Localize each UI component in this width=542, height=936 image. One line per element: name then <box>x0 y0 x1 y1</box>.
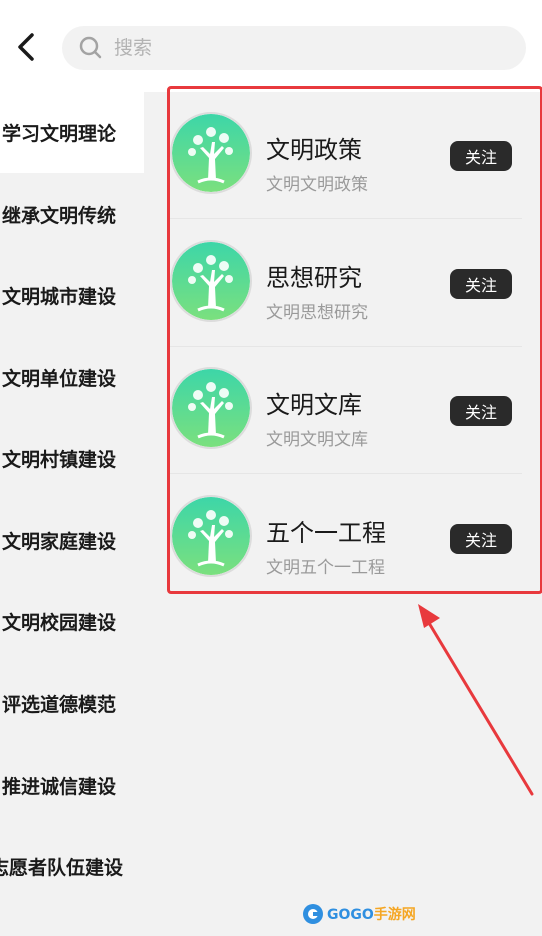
sidebar-item-city[interactable]: 文明城市建设 <box>0 255 144 336</box>
sidebar-item-integrity[interactable]: 推进诚信建设 <box>0 745 144 826</box>
sidebar-item-label: 推进诚信建设 <box>2 776 117 798</box>
channel-title: 五个一工程 <box>266 519 386 547</box>
sidebar-item-label: 文明家庭建设 <box>2 531 117 553</box>
tree-logo-icon <box>172 497 250 575</box>
sidebar-item-family[interactable]: 文明家庭建设 <box>0 500 144 581</box>
follow-button[interactable]: 关注 <box>450 524 512 554</box>
watermark-text-b: 手游网 <box>373 907 416 923</box>
row-divider <box>168 218 522 219</box>
sidebar-item-label: 文明单位建设 <box>2 368 117 390</box>
channel-avatar <box>170 367 252 449</box>
search-bar[interactable] <box>62 26 526 70</box>
sidebar-item-label: 文明校园建设 <box>2 612 117 634</box>
sidebar-item-village[interactable]: 文明村镇建设 <box>0 418 144 499</box>
gogo-logo-icon <box>303 904 323 924</box>
channel-subtitle: 文明思想研究 <box>266 303 368 323</box>
search-input[interactable] <box>114 37 494 59</box>
sidebar-item-moral-model[interactable]: 评选道德模范 <box>0 663 144 744</box>
category-sidebar: 学习文明理论 继承文明传统 文明城市建设 文明单位建设 文明村镇建设 文明家庭建… <box>0 92 144 936</box>
tree-logo-icon <box>172 114 250 192</box>
row-divider <box>168 473 522 474</box>
list-item[interactable]: 文明文库 文明文明文库 关注 <box>168 347 522 474</box>
channel-title: 思想研究 <box>266 264 362 292</box>
channel-title: 文明文库 <box>266 391 362 419</box>
follow-button[interactable]: 关注 <box>450 396 512 426</box>
sidebar-item-label: 文明村镇建设 <box>2 449 117 471</box>
watermark-text-a: GOGO <box>327 907 374 923</box>
sidebar-item-label: 继承文明传统 <box>2 205 117 227</box>
sidebar-item-inherit-tradition[interactable]: 继承文明传统 <box>0 174 144 255</box>
list-item[interactable]: 五个一工程 文明五个一工程 关注 <box>168 475 522 602</box>
sidebar-item-volunteer[interactable]: 志愿者队伍建设 <box>0 826 144 907</box>
channel-title: 文明政策 <box>266 136 362 164</box>
list-item[interactable]: 文明政策 文明文明政策 关注 <box>168 92 522 219</box>
sidebar-item-label: 学习文明理论 <box>2 123 117 145</box>
sidebar-item-campus[interactable]: 文明校园建设 <box>0 581 144 662</box>
watermark-text: GOGO手游网 <box>327 904 416 924</box>
channel-avatar <box>170 240 252 322</box>
channel-avatar <box>170 112 252 194</box>
search-icon <box>79 36 102 59</box>
sidebar-item-label: 志愿者队伍建设 <box>0 857 124 879</box>
tree-logo-icon <box>172 369 250 447</box>
watermark-logo: GOGO手游网 <box>302 900 416 928</box>
channel-subtitle: 文明五个一工程 <box>266 558 385 578</box>
chevron-left-icon <box>18 33 34 61</box>
channel-subtitle: 文明文明政策 <box>266 175 368 195</box>
channel-subtitle: 文明文明文库 <box>266 430 368 450</box>
channel-avatar <box>170 495 252 577</box>
header-bar <box>0 0 542 92</box>
channel-list: 文明政策 文明文明政策 关注 思想研究 文明思想研究 关注 文明文库 文明文明文… <box>144 92 542 936</box>
follow-button[interactable]: 关注 <box>450 269 512 299</box>
sidebar-item-label: 文明城市建设 <box>2 286 117 308</box>
tree-logo-icon <box>172 242 250 320</box>
sidebar-item-label: 评选道德模范 <box>2 694 117 716</box>
list-item[interactable]: 思想研究 文明思想研究 关注 <box>168 220 522 347</box>
sidebar-item-unit[interactable]: 文明单位建设 <box>0 337 144 418</box>
back-button[interactable] <box>12 30 42 64</box>
follow-button[interactable]: 关注 <box>450 141 512 171</box>
sidebar-item-learn-theory[interactable]: 学习文明理论 <box>0 92 144 173</box>
